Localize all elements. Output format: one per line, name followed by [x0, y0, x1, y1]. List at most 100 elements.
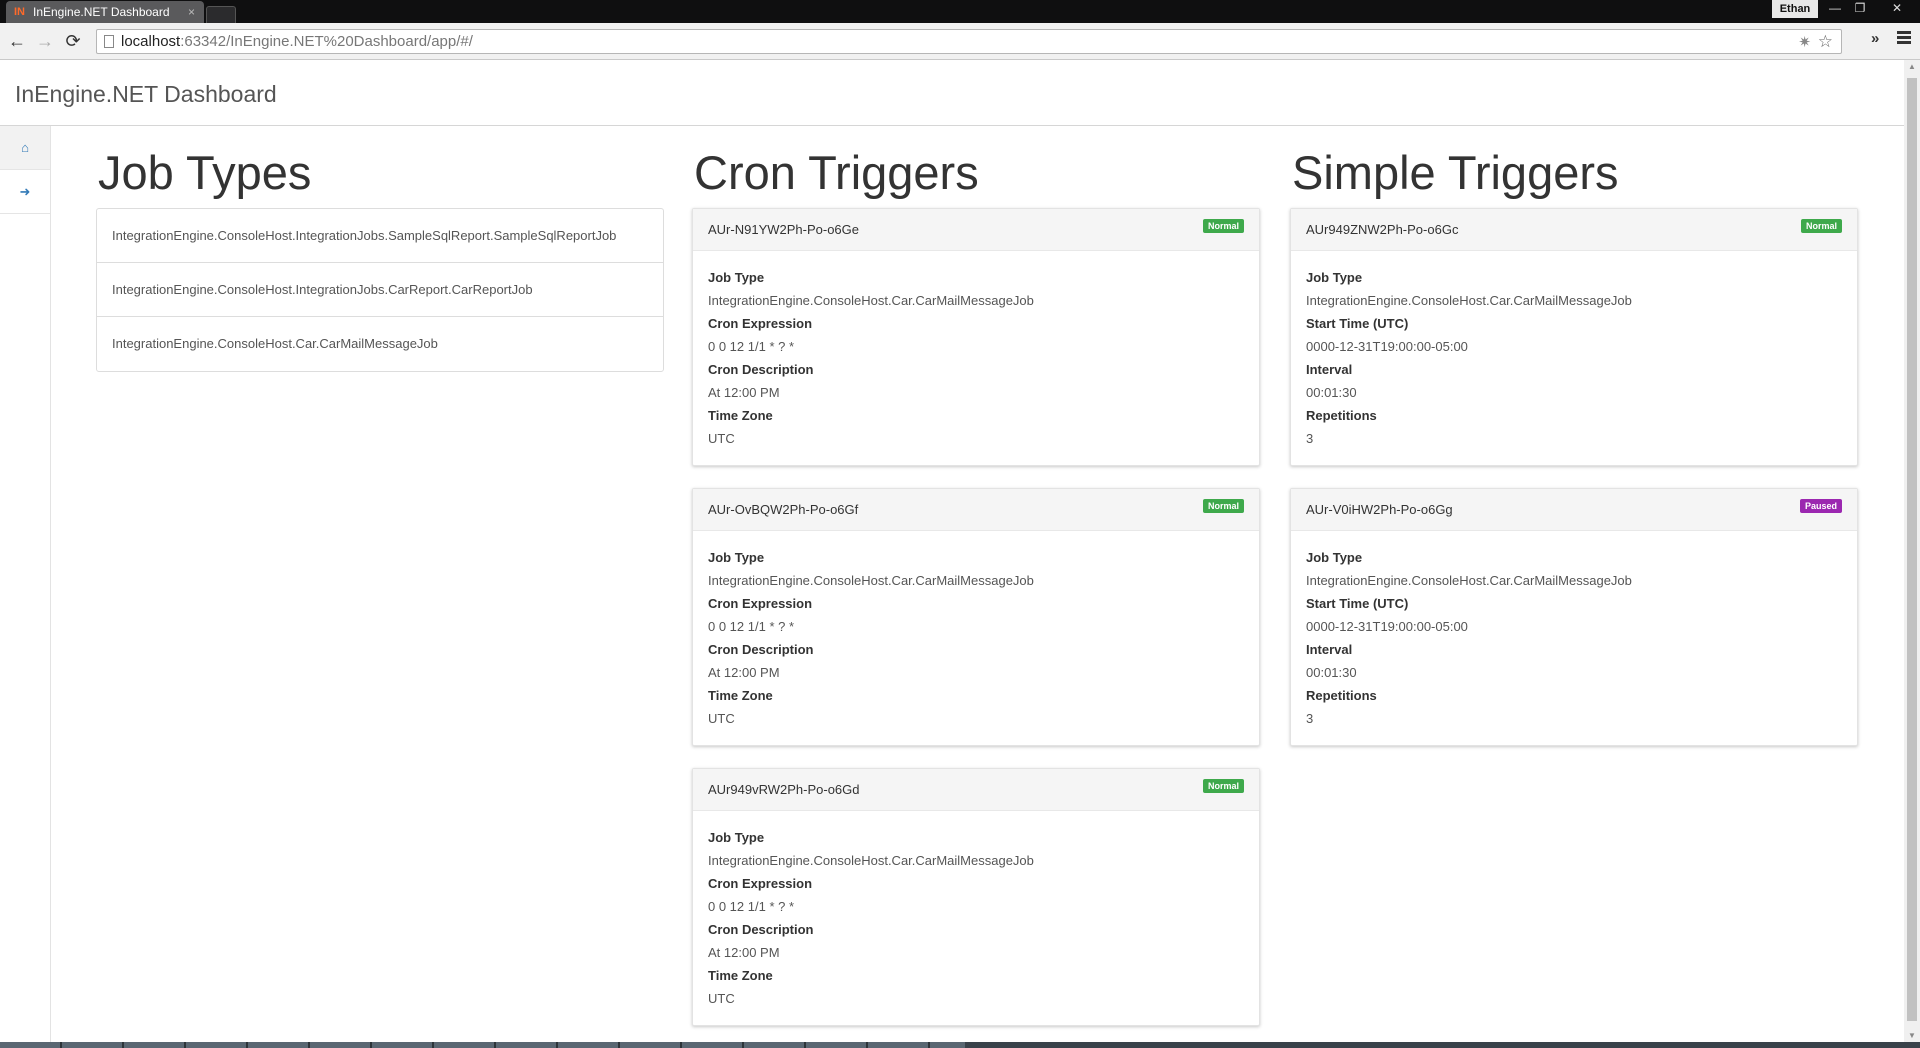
tab-close-icon[interactable]: × — [188, 5, 204, 19]
browser-menu-icon[interactable] — [1897, 31, 1911, 46]
url-host: localhost — [121, 33, 181, 50]
new-tab-button[interactable] — [206, 6, 236, 23]
address-bar[interactable]: localhost:63342/InEngine.NET%20Dashboard… — [96, 29, 1842, 54]
job-types-list: IntegrationEngine.ConsoleHost.Integratio… — [96, 208, 664, 372]
cron-expression-label: Cron Expression — [708, 876, 813, 891]
cron-trigger-card: AUr-OvBQW2Ph-Po-o6Gf Normal Job Type Int… — [692, 488, 1260, 746]
job-type-label: Job Type — [708, 830, 765, 845]
home-icon: ⌂ — [21, 140, 29, 155]
repetitions-value: 3 — [1306, 431, 1314, 446]
sidebar: ⌂ ➜ — [0, 126, 51, 1042]
cron-expression-label: Cron Expression — [708, 596, 813, 611]
job-types-section: Job Types IntegrationEngine.ConsoleHost.… — [96, 126, 664, 372]
interval-value: 00:01:30 — [1306, 385, 1357, 400]
job-type-item[interactable]: IntegrationEngine.ConsoleHost.Car.CarMai… — [97, 317, 663, 371]
restore-icon[interactable]: ❐ — [1848, 0, 1872, 18]
trigger-id: AUr-OvBQW2Ph-Po-o6Gf Normal — [693, 489, 1259, 531]
cron-trigger-card: AUr949vRW2Ph-Po-o6Gd Normal Job Type Int… — [692, 768, 1260, 1026]
job-type-item[interactable]: IntegrationEngine.ConsoleHost.Integratio… — [97, 209, 663, 263]
job-type-label: Job Type — [1306, 550, 1363, 565]
trigger-id-text: AUr949vRW2Ph-Po-o6Gd — [708, 782, 860, 797]
app-title[interactable]: InEngine.NET Dashboard — [15, 81, 277, 108]
taskbar-buttons[interactable] — [0, 1042, 965, 1048]
browser-titlebar: IN InEngine.NET Dashboard × Ethan — ❐ ✕ — [0, 0, 1920, 23]
job-type-value: IntegrationEngine.ConsoleHost.Car.CarMai… — [708, 573, 1034, 588]
job-type-value: IntegrationEngine.ConsoleHost.Car.CarMai… — [708, 853, 1034, 868]
job-types-heading: Job Types — [98, 146, 312, 199]
cron-description-label: Cron Description — [708, 642, 814, 657]
cron-description-label: Cron Description — [708, 362, 814, 377]
start-time-value: 0000-12-31T19:00:00-05:00 — [1306, 619, 1468, 634]
extensions-overflow-icon[interactable]: » — [1871, 30, 1879, 47]
cron-trigger-card: AUr-N91YW2Ph-Po-o6Ge Normal Job Type Int… — [692, 208, 1260, 466]
cron-expression-value: 0 0 12 1/1 * ? * — [708, 899, 795, 914]
job-type-value: IntegrationEngine.ConsoleHost.Car.CarMai… — [708, 293, 1034, 308]
browser-tab[interactable]: IN InEngine.NET Dashboard × — [6, 1, 204, 23]
job-type-value: IntegrationEngine.ConsoleHost.Car.CarMai… — [1306, 573, 1632, 588]
scroll-down-icon[interactable]: ▼ — [1908, 1031, 1916, 1040]
time-zone-value: UTC — [708, 431, 735, 446]
time-zone-label: Time Zone — [708, 688, 773, 703]
repetitions-value: 3 — [1306, 711, 1314, 726]
simple-triggers-section: Simple Triggers AUr949ZNW2Ph-Po-o6Gc Nor… — [1290, 126, 1858, 768]
interval-value: 00:01:30 — [1306, 665, 1357, 680]
trigger-id: AUr949vRW2Ph-Po-o6Gd Normal — [693, 769, 1259, 811]
interval-label: Interval — [1306, 642, 1353, 657]
sidebar-item-home[interactable]: ⌂ — [0, 126, 50, 170]
minimize-icon[interactable]: — — [1823, 0, 1847, 18]
tab-title: InEngine.NET Dashboard — [33, 5, 170, 19]
page-scrollbar[interactable]: ▲ ▼ — [1904, 60, 1920, 1042]
start-time-value: 0000-12-31T19:00:00-05:00 — [1306, 339, 1468, 354]
job-type-item[interactable]: IntegrationEngine.ConsoleHost.Integratio… — [97, 263, 663, 317]
trigger-id: AUr-N91YW2Ph-Po-o6Ge Normal — [693, 209, 1259, 251]
trigger-id: AUr-V0iHW2Ph-Po-o6Gg Paused — [1291, 489, 1857, 531]
cron-expression-value: 0 0 12 1/1 * ? * — [708, 619, 795, 634]
window-close-icon[interactable]: ✕ — [1880, 0, 1914, 18]
status-badge: Normal — [1202, 779, 1244, 793]
job-type-label: Job Type — [1306, 270, 1363, 285]
status-badge: Normal — [1800, 219, 1842, 233]
cron-triggers-heading: Cron Triggers — [694, 146, 979, 199]
time-zone-value: UTC — [708, 991, 735, 1006]
app-header: InEngine.NET Dashboard — [0, 60, 1904, 126]
profile-button[interactable]: Ethan — [1772, 0, 1818, 18]
scroll-up-icon[interactable]: ▲ — [1908, 62, 1916, 71]
time-zone-value: UTC — [708, 711, 735, 726]
cron-description-value: At 12:00 PM — [708, 665, 780, 680]
simple-trigger-card: AUr949ZNW2Ph-Po-o6Gc Normal Job Type Int… — [1290, 208, 1858, 466]
status-badge: Normal — [1202, 499, 1244, 513]
repetitions-label: Repetitions — [1306, 408, 1377, 423]
sidebar-item-triggers[interactable]: ➜ — [0, 170, 50, 214]
start-time-label: Start Time (UTC) — [1306, 596, 1409, 611]
repetitions-label: Repetitions — [1306, 688, 1377, 703]
back-arrow-icon[interactable]: ← — [6, 31, 28, 53]
trigger-id-text: AUr-OvBQW2Ph-Po-o6Gf — [708, 502, 859, 517]
url-path: :63342/InEngine.NET%20Dashboard/app/#/ — [180, 33, 473, 50]
trigger-id-text: AUr-V0iHW2Ph-Po-o6Gg — [1306, 502, 1453, 517]
simple-triggers-heading: Simple Triggers — [1292, 146, 1619, 199]
time-zone-label: Time Zone — [708, 408, 773, 423]
bookmark-star-icon[interactable]: ☆ — [1818, 30, 1833, 53]
job-type-label: Job Type — [708, 270, 765, 285]
cron-description-value: At 12:00 PM — [708, 945, 780, 960]
time-zone-label: Time Zone — [708, 968, 773, 983]
forward-arrow-icon[interactable]: → — [34, 31, 56, 53]
trigger-id-text: AUr-N91YW2Ph-Po-o6Ge — [708, 222, 859, 237]
app-favicon-icon: IN — [14, 6, 25, 18]
extension-icon[interactable]: ✷ — [1798, 31, 1811, 54]
simple-trigger-card: AUr-V0iHW2Ph-Po-o6Gg Paused Job Type Int… — [1290, 488, 1858, 746]
cron-description-label: Cron Description — [708, 922, 814, 937]
job-type-value: IntegrationEngine.ConsoleHost.Car.CarMai… — [1306, 293, 1632, 308]
os-taskbar — [0, 1042, 1920, 1048]
reload-icon[interactable]: ⟳ — [62, 31, 84, 53]
status-badge: Paused — [1799, 499, 1842, 513]
trigger-id: AUr949ZNW2Ph-Po-o6Gc Normal — [1291, 209, 1857, 251]
job-type-label: Job Type — [708, 550, 765, 565]
trigger-id-text: AUr949ZNW2Ph-Po-o6Gc — [1306, 222, 1459, 237]
interval-label: Interval — [1306, 362, 1353, 377]
page-icon — [104, 35, 114, 48]
status-badge: Normal — [1202, 219, 1244, 233]
arrow-right-icon: ➜ — [19, 183, 31, 199]
cron-triggers-section: Cron Triggers AUr-N91YW2Ph-Po-o6Ge Norma… — [692, 126, 1260, 1048]
scrollbar-thumb[interactable] — [1907, 78, 1917, 1021]
